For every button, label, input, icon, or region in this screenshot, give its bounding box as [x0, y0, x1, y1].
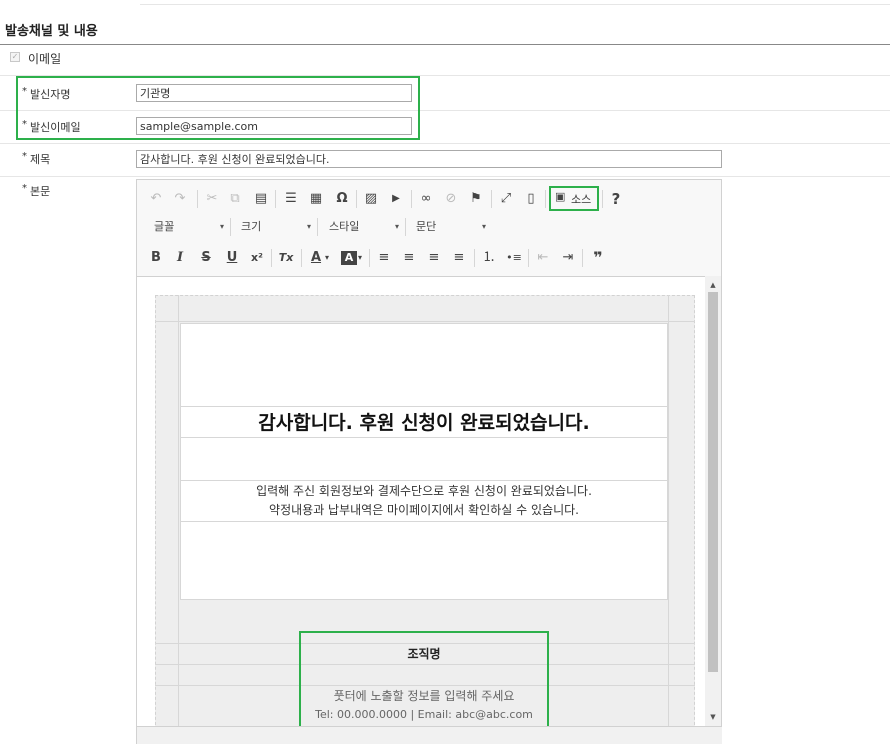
numbered-list-icon[interactable]: ⒈ — [479, 248, 499, 268]
email-headline: 감사합니다. 후원 신청이 완료되었습니다. — [258, 412, 590, 434]
font-dropdown-label: 글꼴 — [154, 220, 175, 233]
toolbar-separator — [582, 249, 583, 267]
toolbar-separator — [271, 249, 272, 267]
footer-highlight-box — [299, 631, 549, 728]
source-button[interactable]: ▣ 소스 — [549, 186, 599, 211]
row-divider — [0, 176, 890, 177]
size-dropdown-label: 크기 — [241, 220, 262, 233]
superscript-icon[interactable]: x² — [247, 248, 267, 268]
cut-icon[interactable]: ✂ — [202, 189, 222, 209]
chevron-down-icon: ▾ — [481, 222, 486, 231]
video-icon[interactable]: ▶ — [386, 189, 406, 209]
paste-icon[interactable]: ▤ — [251, 189, 271, 209]
grid-line — [668, 295, 669, 726]
required-mark: * — [22, 183, 27, 194]
grid-line — [180, 406, 668, 407]
show-blocks-icon[interactable]: ▯ — [521, 189, 541, 209]
align-center-icon[interactable]: ≡ — [399, 248, 419, 268]
toolbar-separator — [230, 218, 231, 236]
email-checkbox[interactable]: ✓ — [10, 52, 20, 62]
link-icon[interactable]: ∞ — [416, 189, 436, 209]
subject-label-text: 제목 — [30, 153, 51, 166]
subject-label: * 제목 — [22, 151, 50, 167]
toolbar-separator — [197, 190, 198, 208]
chevron-down-icon: ▾ — [219, 222, 224, 231]
outdent-icon[interactable]: ⇤ — [533, 248, 553, 268]
help-icon[interactable]: ? — [606, 189, 626, 209]
bold-icon[interactable]: B — [146, 248, 166, 268]
table-icon[interactable]: ▦ — [306, 189, 326, 209]
blockquote-icon[interactable]: ❞ — [588, 248, 608, 268]
toolbar-separator — [491, 190, 492, 208]
grid-line — [155, 321, 695, 322]
required-mark: * — [22, 151, 27, 162]
strikethrough-icon[interactable]: S — [196, 248, 216, 268]
format-dropdown[interactable]: 문단 ▾ — [416, 217, 486, 237]
indent-icon[interactable]: ⇥ — [558, 248, 578, 268]
email-template-main — [180, 323, 668, 600]
source-label: 소스 — [571, 193, 592, 206]
copy-icon[interactable]: ⧉ — [225, 189, 245, 209]
source-icon: ▣ — [555, 190, 566, 203]
size-dropdown[interactable]: 크기 ▾ — [241, 217, 311, 237]
horizontal-rule-icon[interactable]: ☰ — [281, 189, 301, 209]
toolbar-separator — [474, 249, 475, 267]
align-right-icon[interactable]: ≡ — [424, 248, 444, 268]
toolbar-separator — [411, 190, 412, 208]
body-label: * 본문 — [22, 183, 50, 199]
underline-icon[interactable]: U — [222, 248, 242, 268]
chevron-down-icon: ▾ — [306, 222, 311, 231]
undo-icon[interactable]: ↶ — [146, 189, 166, 209]
toolbar-separator — [528, 249, 529, 267]
row-divider — [0, 143, 890, 144]
style-dropdown-label: 스타일 — [329, 220, 360, 233]
align-left-icon[interactable]: ≡ — [374, 248, 394, 268]
toolbar-separator — [405, 218, 406, 236]
editor-resize-bar[interactable] — [137, 726, 722, 744]
section-title: 발송채널 및 내용 — [5, 24, 98, 39]
style-dropdown[interactable]: 스타일 ▾ — [329, 217, 399, 237]
grid-line — [180, 480, 668, 481]
email-message-line2: 약정내용과 납부내역은 마이페이지에서 확인하실 수 있습니다. — [269, 503, 579, 517]
font-dropdown[interactable]: 글꼴 ▾ — [154, 217, 224, 237]
chevron-down-icon: ▾ — [394, 222, 399, 231]
scroll-down-icon[interactable]: ▼ — [705, 710, 721, 724]
bulleted-list-icon[interactable]: •≡ — [504, 248, 524, 268]
grid-line — [180, 521, 668, 522]
toolbar-separator — [602, 190, 603, 208]
toolbar-separator — [301, 249, 302, 267]
section-rule — [0, 44, 890, 45]
toolbar-separator — [317, 218, 318, 236]
email-message-line1: 입력해 주신 회원정보와 결제수단으로 후원 신청이 완료되었습니다. — [256, 484, 592, 498]
email-checkbox-label: 이메일 — [28, 52, 62, 66]
toolbar-separator — [545, 190, 546, 208]
scrollbar-thumb[interactable] — [708, 292, 718, 672]
toolbar-separator — [356, 190, 357, 208]
justify-icon[interactable]: ≡ — [449, 248, 469, 268]
subject-input[interactable] — [136, 150, 722, 168]
anchor-flag-icon[interactable]: ⚑ — [466, 189, 486, 209]
italic-icon[interactable]: I — [170, 248, 190, 268]
format-dropdown-label: 문단 — [416, 220, 437, 233]
body-label-text: 본문 — [30, 185, 51, 198]
toolbar-separator — [275, 190, 276, 208]
scroll-up-icon[interactable]: ▲ — [705, 278, 721, 292]
grid-line — [180, 437, 668, 438]
top-divider — [140, 4, 890, 5]
sender-highlight-box — [16, 76, 420, 140]
chevron-down-icon[interactable]: ▾ — [355, 248, 365, 268]
unlink-icon[interactable]: ⊘ — [441, 189, 461, 209]
remove-format-icon[interactable]: Tx — [276, 248, 296, 268]
chevron-down-icon[interactable]: ▾ — [322, 248, 332, 268]
maximize-icon[interactable]: ⤢ — [496, 189, 516, 209]
image-icon[interactable]: ▨ — [361, 189, 381, 209]
special-character-icon[interactable]: Ω — [332, 189, 352, 209]
redo-icon[interactable]: ↷ — [170, 189, 190, 209]
toolbar-separator — [369, 249, 370, 267]
grid-line — [178, 295, 179, 726]
